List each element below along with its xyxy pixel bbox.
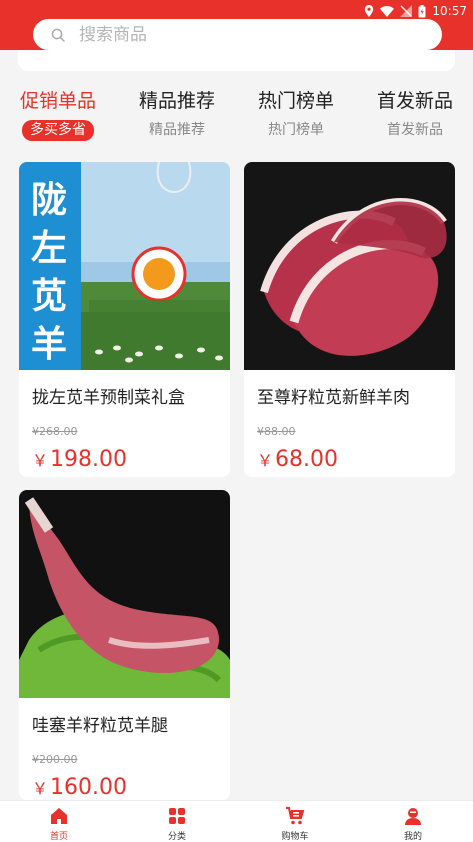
home-icon	[19, 807, 99, 825]
tab-title: 精品推荐	[138, 90, 215, 112]
tab-title: 热门榜单	[257, 90, 334, 112]
tab-title: 首发新品	[376, 90, 453, 112]
clock-time: 10:57	[432, 4, 467, 18]
product-name: 哇塞羊籽粒苋羊腿	[32, 716, 168, 736]
cart-icon	[255, 807, 335, 825]
banner-card	[18, 50, 455, 71]
tab-recommended[interactable]: 精品推荐 精品推荐	[127, 88, 227, 140]
product-card[interactable]: 陇 左 苋 羊 拢左苋羊预制菜礼盒 ¥268.00 ￥198.00	[19, 162, 230, 477]
search-bar[interactable]	[33, 19, 442, 50]
original-price: ¥268.00	[32, 425, 78, 438]
nav-label: 分类	[167, 832, 186, 842]
nav-mine[interactable]: 我的	[373, 807, 453, 842]
tab-subtitle: 多买多省	[22, 120, 94, 141]
original-price: ¥200.00	[32, 753, 78, 766]
product-name: 拢左苋羊预制菜礼盒	[32, 388, 185, 408]
currency-symbol: ￥	[32, 779, 49, 798]
bottom-nav: 首页 分类 购物车 我的	[0, 800, 473, 842]
nav-category[interactable]: 分类	[137, 807, 217, 842]
price-value: 68.00	[275, 447, 338, 472]
tab-subtitle: 热门榜单	[268, 122, 324, 138]
product-card[interactable]: 至尊籽粒苋新鲜羊肉 ¥88.00 ￥68.00	[244, 162, 455, 477]
user-icon	[373, 807, 453, 825]
price-value: 160.00	[50, 775, 127, 800]
tab-promotion[interactable]: 促销单品 多买多省	[8, 88, 108, 141]
grid-icon	[137, 807, 217, 825]
sale-price: ￥160.00	[32, 773, 230, 800]
svg-text:左: 左	[31, 227, 67, 269]
tab-hot-list[interactable]: 热门榜单 热门榜单	[246, 88, 346, 140]
tab-subtitle: 精品推荐	[149, 122, 205, 138]
status-icons: 10:57	[364, 2, 467, 20]
signal-off-icon	[400, 5, 413, 17]
sale-price: ￥198.00	[32, 445, 230, 476]
tab-title: 促销单品	[19, 90, 96, 112]
svg-text:羊: 羊	[31, 323, 67, 365]
category-tabs: 促销单品 多买多省 精品推荐 精品推荐 热门榜单 热门榜单 首发新品 首发新品	[0, 88, 473, 148]
svg-text:陇: 陇	[31, 179, 67, 221]
sale-price: ￥68.00	[257, 445, 455, 476]
search-input[interactable]	[77, 23, 401, 46]
nav-cart[interactable]: 购物车	[255, 807, 335, 842]
wifi-icon	[380, 5, 395, 17]
nav-label: 购物车	[281, 832, 309, 842]
search-icon	[51, 28, 65, 42]
currency-symbol: ￥	[32, 451, 49, 470]
product-image-lamb-leg	[19, 490, 230, 698]
product-card[interactable]: 哇塞羊籽粒苋羊腿 ¥200.00 ￥160.00	[19, 490, 230, 800]
location-icon	[364, 5, 374, 17]
currency-symbol: ￥	[257, 451, 274, 470]
svg-text:苋: 苋	[31, 275, 67, 317]
nav-label: 我的	[403, 832, 422, 842]
product-image-giftbox: 陇 左 苋 羊	[19, 162, 230, 370]
nav-label: 首页	[49, 832, 68, 842]
product-image-lamb-slices	[244, 162, 455, 370]
product-name: 至尊籽粒苋新鲜羊肉	[257, 388, 410, 408]
original-price: ¥88.00	[257, 425, 296, 438]
tab-new-arrivals[interactable]: 首发新品 首发新品	[365, 88, 465, 140]
tab-subtitle: 首发新品	[387, 122, 443, 138]
price-value: 198.00	[50, 447, 127, 472]
nav-home[interactable]: 首页	[19, 807, 99, 842]
battery-icon	[418, 4, 426, 18]
